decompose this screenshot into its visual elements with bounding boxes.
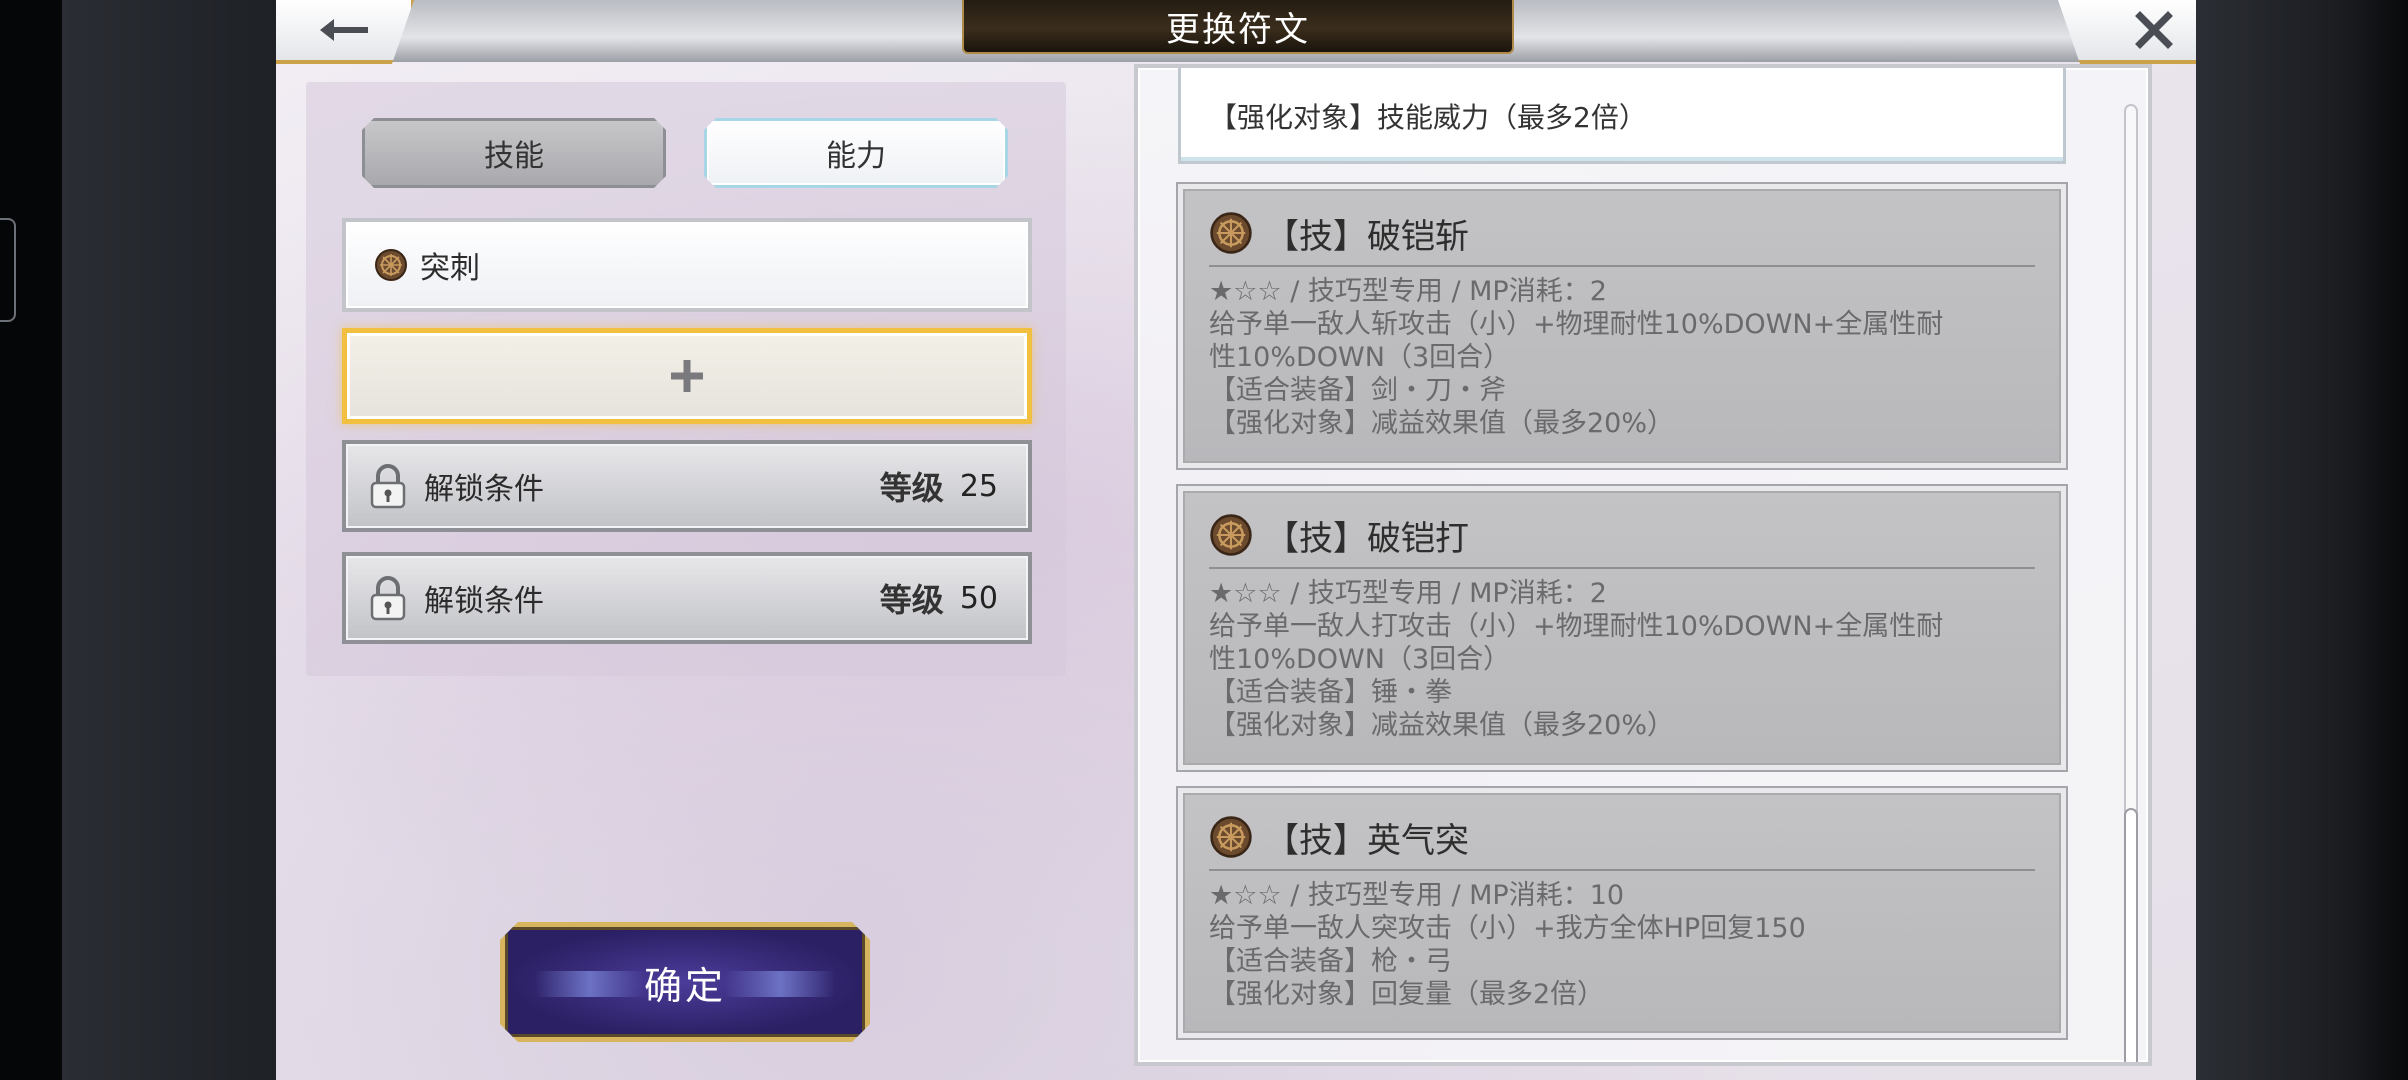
scrollbar-thumb[interactable] [2124,808,2138,1062]
unlock-condition-label: 解锁条件 [424,584,544,619]
rune-slot-locked-1: 解锁条件 等级 25 [342,440,1032,532]
rune-card-line: ★☆☆ / 技巧型专用 / MP消耗：10 [1209,880,1625,911]
level-value: 25 [959,468,998,504]
rune-card-line: 【强化对象】技能威力（最多2倍） [1209,101,1647,134]
confirm-button[interactable]: 确定 [500,922,870,1042]
rune-card-line: 性10%DOWN（3回合） [1209,342,1511,373]
rune-card-header: 【技】破铠打 [1209,509,2035,569]
rune-card-line: 【适合装备】剑・刀・斧 [1209,375,1506,406]
edge-handle[interactable] [0,218,16,322]
confirm-label: 确定 [643,963,726,1008]
plus-icon [671,360,703,392]
rune-card-line: 【强化对象】减益效果值（最多20%） [1209,710,1675,741]
rune-card-line: 给予单一敌人斩攻击（小）+物理耐性10%DOWN+全属性耐 [1209,309,1944,340]
tab-skill[interactable]: 技能 [362,118,666,188]
rune-card-description: ★☆☆ / 技巧型专用 / MP消耗：2 给予单一敌人斩攻击（小）+物理耐性10… [1209,275,2035,440]
rune-card-header: 【技】破铠斩 [1209,207,2035,267]
rune-list-panel[interactable]: 【强化对象】技能威力（最多2倍） 【技】破铠斩 ★☆☆ / 技巧型专用 / MP… [1134,64,2152,1066]
rune-card-title: 【技】破铠打 [1265,518,1469,559]
rune-icon [1210,514,1252,556]
close-icon [2135,11,2173,49]
rune-change-screen: 更换符文 技能 能力 突刺 解锁条件 等级 25 解锁条件 等级 50 确定 【… [276,0,2196,1080]
rune-slot-label: 突刺 [420,251,480,286]
scrollbar[interactable] [2124,104,2138,1062]
rune-icon [1210,816,1252,858]
level-label: 等级 [879,581,944,619]
rune-card-description: ★☆☆ / 技巧型专用 / MP消耗：10 给予单一敌人突攻击（小）+我方全体H… [1209,879,2035,1011]
rune-card-line: 【强化对象】回复量（最多2倍） [1209,979,1605,1010]
rune-icon [375,249,407,281]
tab-ability[interactable]: 能力 [704,118,1008,188]
rune-card-description: ★☆☆ / 技巧型专用 / MP消耗：2 给予单一敌人打攻击（小）+物理耐性10… [1209,577,2035,742]
page-title: 更换符文 [962,0,1514,54]
rune-slot-equipped[interactable]: 突刺 [342,218,1032,312]
rune-slot-add[interactable] [342,328,1032,424]
rune-card-partial[interactable]: 【强化对象】技能威力（最多2倍） [1178,68,2066,164]
back-arrow-icon [319,19,368,41]
lock-icon [370,576,406,621]
rune-card-line: 【适合装备】枪・弓 [1209,946,1452,977]
lock-icon [370,464,406,509]
rune-card-3[interactable]: 【技】英气突 ★☆☆ / 技巧型专用 / MP消耗：10 给予单一敌人突攻击（小… [1178,788,2066,1038]
rune-card-line: 给予单一敌人打攻击（小）+物理耐性10%DOWN+全属性耐 [1209,611,1944,642]
rune-card-line: 给予单一敌人突攻击（小）+我方全体HP回复150 [1209,913,1806,944]
rune-card-1[interactable]: 【技】破铠斩 ★☆☆ / 技巧型专用 / MP消耗：2 给予单一敌人斩攻击（小）… [1178,184,2066,468]
rune-card-line: ★☆☆ / 技巧型专用 / MP消耗：2 [1209,276,1607,307]
unlock-condition-label: 解锁条件 [424,472,544,507]
rune-card-line: ★☆☆ / 技巧型专用 / MP消耗：2 [1209,578,1607,609]
rune-card-line: 【强化对象】减益效果值（最多20%） [1209,408,1675,439]
rune-card-2[interactable]: 【技】破铠打 ★☆☆ / 技巧型专用 / MP消耗：2 给予单一敌人打攻击（小）… [1178,486,2066,770]
rune-card-header: 【技】英气突 [1209,811,2035,871]
back-button[interactable] [276,0,414,64]
rune-card-line: 【适合装备】锤・拳 [1209,677,1452,708]
rune-icon [1210,212,1252,254]
rune-card-title: 【技】英气突 [1265,820,1469,861]
rune-card-line: 性10%DOWN（3回合） [1209,644,1511,675]
close-button[interactable] [2058,0,2196,64]
rune-slot-locked-2: 解锁条件 等级 50 [342,552,1032,644]
right-margin [2196,0,2408,1080]
left-margin [0,0,276,1080]
level-label: 等级 [879,469,944,507]
level-value: 50 [959,580,998,616]
rune-card-title: 【技】破铠斩 [1265,216,1469,257]
